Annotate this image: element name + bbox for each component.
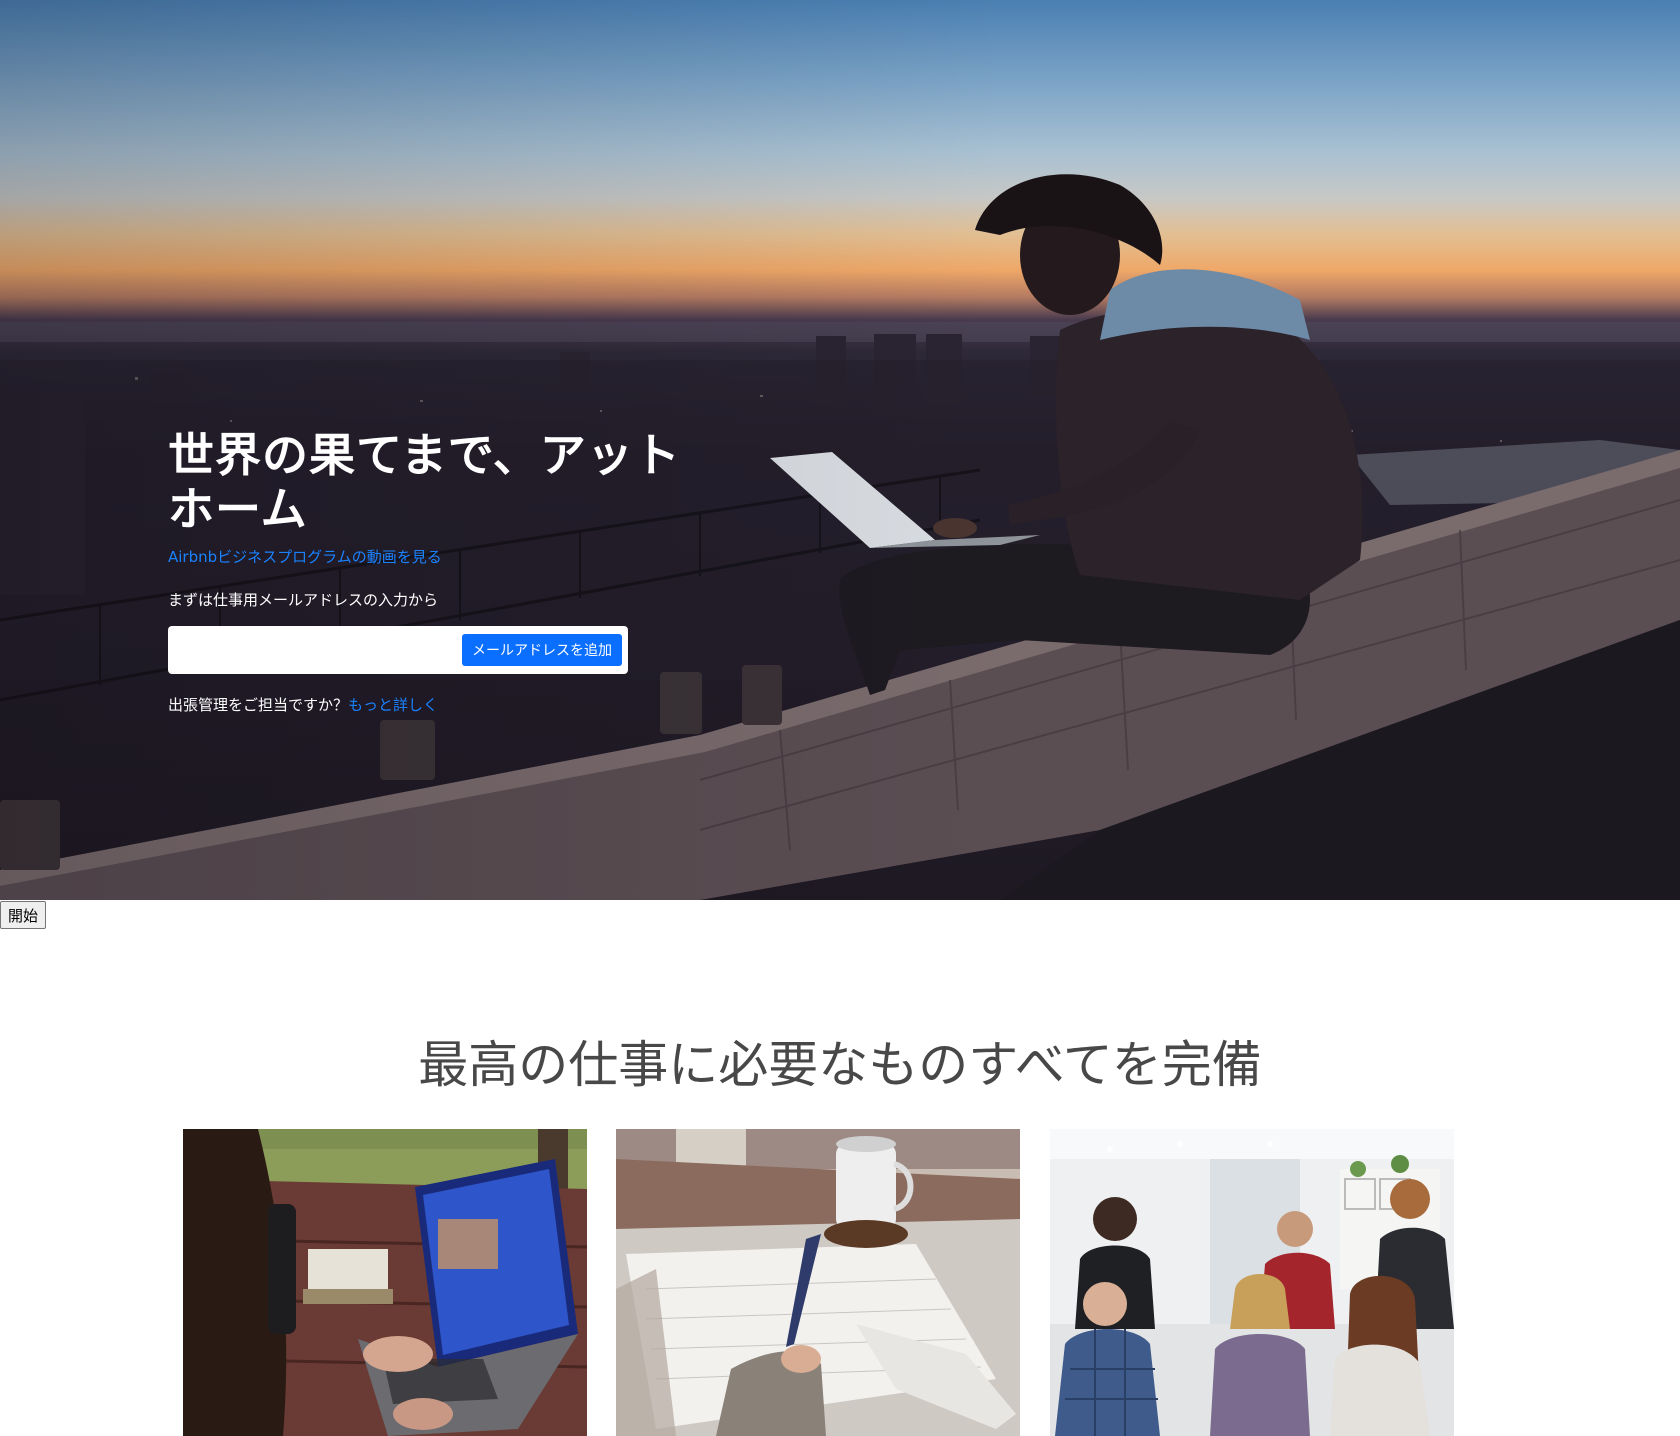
travel-manager-question: 出張管理をご担当ですか？ <box>168 696 349 714</box>
hero-content: 世界の果てまで、アットホーム Airbnbビジネスプログラムの動画を見る まずは… <box>168 428 688 715</box>
email-form: メールアドレスを追加 <box>168 626 628 674</box>
hero-title: 世界の果てまで、アットホーム <box>168 428 681 536</box>
team-meeting-image <box>1050 1129 1454 1436</box>
add-email-button[interactable]: メールアドレスを追加 <box>462 634 622 666</box>
email-prompt: まずは仕事用メールアドレスの入力から <box>168 591 439 609</box>
feature-card-meeting <box>1050 1129 1454 1436</box>
watch-video-link[interactable]: Airbnbビジネスプログラムの動画を見る <box>168 546 442 567</box>
start-button[interactable]: 開始 <box>0 901 47 929</box>
features-heading: 最高の仕事に必要なものすべてを完備 <box>418 1036 1262 1094</box>
writing-notebook-image <box>616 1129 1020 1436</box>
feature-card-laptop <box>183 1129 587 1436</box>
feature-card-notebook <box>616 1129 1020 1436</box>
learn-more-link[interactable]: もっと詳しく <box>348 696 438 714</box>
work-email-input[interactable] <box>180 634 462 666</box>
travel-manager-line: 出張管理をご担当ですか？もっと詳しく <box>168 694 688 715</box>
hero-banner: 世界の果てまで、アットホーム Airbnbビジネスプログラムの動画を見る まずは… <box>0 0 1680 900</box>
woman-laptop-image <box>183 1129 587 1436</box>
